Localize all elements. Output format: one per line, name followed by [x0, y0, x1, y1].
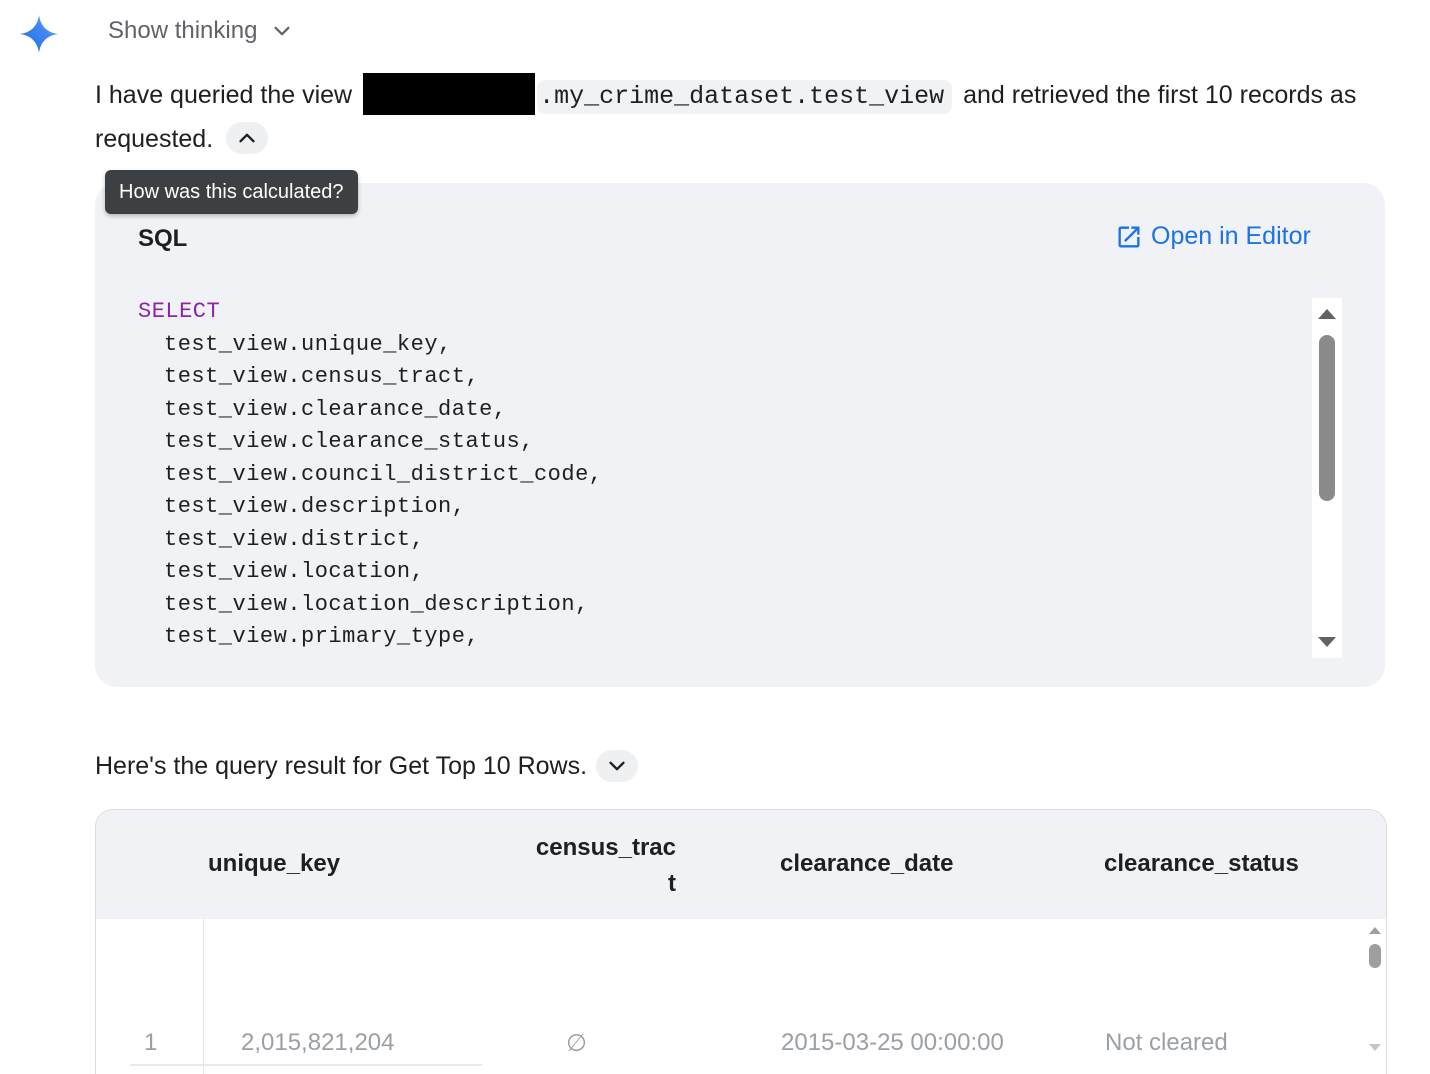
sql-line: test_view.location,: [164, 559, 425, 584]
view-name-code: .my_crime_dataset.test_view: [537, 80, 953, 114]
cell-unique-key: 2,015,821,204: [241, 1029, 395, 1056]
chat-response: Show thinking I have queried the view .m…: [0, 0, 1430, 1074]
scroll-thumb[interactable]: [1319, 335, 1335, 501]
chevron-down-icon: [274, 26, 290, 36]
sql-line: test_view.location_description,: [164, 591, 589, 617]
index-column-divider: [203, 919, 204, 1074]
sql-line: test_view.council_district_code,: [164, 461, 603, 487]
intro-text-before: I have queried the view: [95, 81, 353, 109]
sql-scrollbar[interactable]: [1312, 298, 1342, 658]
cell-clearance-status: Not cleared: [1105, 1029, 1228, 1056]
sql-line: test_view.district,: [164, 526, 425, 552]
scroll-down-arrow-icon[interactable]: [1369, 1044, 1381, 1051]
column-header-clearance-status[interactable]: clearance_status: [1104, 850, 1299, 878]
sql-line: test_view.primary_type,: [164, 624, 480, 649]
chevron-up-icon: [239, 133, 255, 143]
sql-keyword-select: SELECT: [138, 299, 221, 324]
expand-result-button[interactable]: [596, 750, 639, 782]
sql-line: test_view.unique_key,: [164, 331, 452, 357]
open-in-new-icon: [1118, 226, 1140, 247]
gemini-spark-icon: [20, 15, 58, 53]
show-thinking-toggle[interactable]: Show thinking: [108, 15, 293, 47]
result-heading: Here's the query result for Get Top 10 R…: [95, 746, 639, 786]
show-thinking-label: Show thinking: [108, 17, 258, 44]
sql-code-block[interactable]: SELECT test_view.unique_key, test_view.c…: [138, 296, 1298, 658]
open-in-editor-link[interactable]: Open in Editor: [1115, 222, 1311, 251]
column-header-unique-key[interactable]: unique_key: [208, 850, 340, 878]
table-scrollbar[interactable]: [1366, 922, 1386, 1062]
scroll-up-arrow-icon[interactable]: [1369, 927, 1381, 934]
collapse-sql-button[interactable]: [226, 122, 269, 155]
row-index: 1: [144, 1029, 158, 1056]
sql-line: test_view.census_tract,: [164, 364, 480, 389]
calculation-tooltip: How was this calculated?: [105, 170, 358, 214]
result-heading-text: Here's the query result for Get Top 10 R…: [95, 751, 588, 780]
sql-card-title: SQL: [138, 225, 188, 252]
open-in-editor-label: Open in Editor: [1151, 222, 1311, 250]
scroll-down-arrow-icon[interactable]: [1318, 637, 1336, 647]
cell-census-tract-null: ∅: [566, 1030, 587, 1057]
response-intro: I have queried the view .my_crime_datase…: [95, 73, 1385, 161]
scroll-up-arrow-icon[interactable]: [1318, 309, 1336, 319]
redacted-project-id: [363, 73, 536, 116]
horizontal-scroll-track: [130, 1064, 482, 1066]
column-header-census-tract[interactable]: census_tract: [534, 830, 676, 902]
cell-clearance-date: 2015-03-25 00:00:00: [781, 1029, 1004, 1056]
sql-line: test_view.description,: [164, 494, 466, 519]
sql-line: test_view.clearance_status,: [164, 429, 534, 454]
result-table: unique_key census_tract clearance_date c…: [95, 809, 1387, 1074]
scroll-thumb[interactable]: [1369, 944, 1381, 968]
column-header-clearance-date[interactable]: clearance_date: [780, 850, 953, 878]
chevron-down-icon: [609, 761, 625, 771]
sql-line: test_view.clearance_date,: [164, 396, 507, 422]
